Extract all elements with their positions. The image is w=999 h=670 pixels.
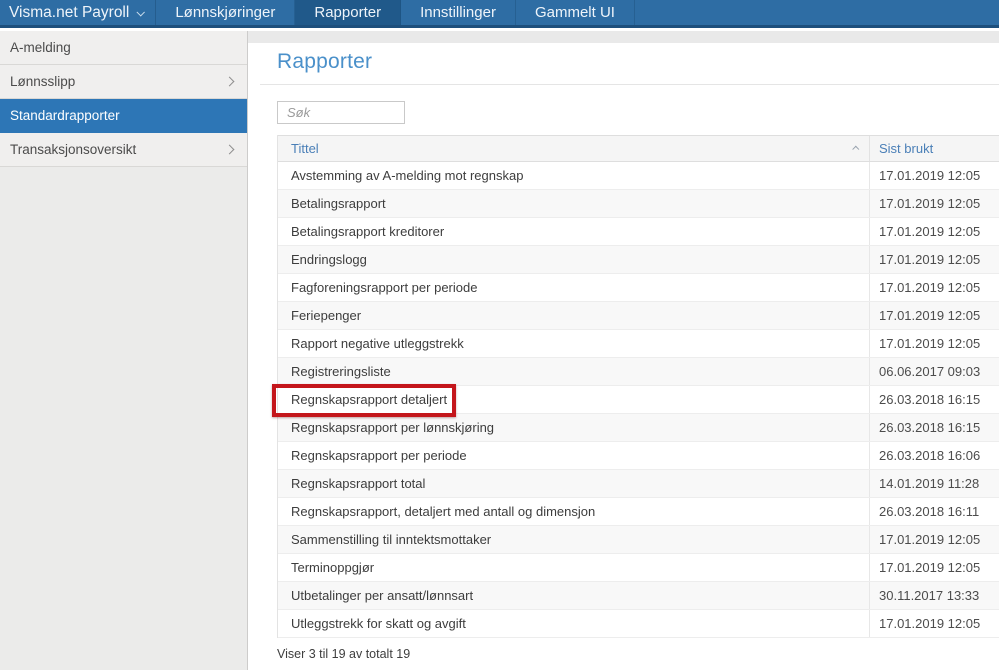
table-row[interactable]: Regnskapsrapport total 14.01.2019 11:28 xyxy=(278,470,999,498)
last-used-cell: 17.01.2019 12:05 xyxy=(869,330,999,357)
sidebar-item-transaksjonsoversikt[interactable]: Transaksjonsoversikt xyxy=(0,133,247,167)
sort-ascending-icon xyxy=(852,145,860,153)
table-row[interactable]: Sammenstilling til inntektsmottaker 17.01… xyxy=(278,526,999,554)
last-used-cell: 17.01.2019 12:05 xyxy=(869,246,999,273)
nav-tab-label: Innstillinger xyxy=(420,4,496,21)
report-title-cell[interactable]: Rapport negative utleggstrekk xyxy=(278,330,869,357)
app-menu-trigger[interactable]: Visma.net Payroll xyxy=(0,0,157,25)
report-title-cell[interactable]: Fagforeningsrapport per periode xyxy=(278,274,869,301)
chevron-right-icon xyxy=(224,76,235,87)
sidebar: A-melding Lønnsslipp Standardrapporter Tran… xyxy=(0,31,248,670)
table-row[interactable]: Regnskapsrapport per periode 26.03.2018 1… xyxy=(278,442,999,470)
report-title-cell[interactable]: Betalingsrapport kreditorer xyxy=(278,218,869,245)
last-used-cell: 17.01.2019 12:05 xyxy=(869,190,999,217)
app-window: Visma.net Payroll Lønnskjøringer Rapporte… xyxy=(0,0,999,670)
nav-tab-rapporter[interactable]: Rapporter xyxy=(295,0,402,25)
report-title-cell[interactable]: Utleggstrekk for skatt og avgift xyxy=(278,610,869,637)
sidebar-item-label: Lønnsslipp xyxy=(10,74,76,89)
nav-tabs: Lønnskjøringer Rapporter Innstillinger Gamm… xyxy=(156,0,635,25)
reports-panel: Rapporter Tittel Sist brukt Avstemming a… xyxy=(260,43,999,661)
table-header-row: Tittel Sist brukt xyxy=(278,135,999,162)
nav-tab-gammelt-ui[interactable]: Gammelt UI xyxy=(516,0,635,25)
last-used-cell: 17.01.2019 12:05 xyxy=(869,554,999,581)
column-header-tittel[interactable]: Tittel xyxy=(278,136,869,161)
report-title-cell[interactable]: Regnskapsrapport, detaljert med antall o… xyxy=(278,498,869,525)
nav-tab-l-nnskj-ringer[interactable]: Lønnskjøringer xyxy=(156,0,296,25)
report-title-cell[interactable]: Endringslogg xyxy=(278,246,869,273)
table-row[interactable]: Avstemming av A-melding mot regnskap 17.0… xyxy=(278,162,999,190)
chevron-down-icon xyxy=(136,7,146,17)
sidebar-item-a-melding[interactable]: A-melding xyxy=(0,31,247,65)
sidebar-item-standardrapporter[interactable]: Standardrapporter xyxy=(0,99,247,133)
chevron-right-icon xyxy=(224,144,235,155)
table-row[interactable]: Betalingsrapport kreditorer 17.01.2019 12… xyxy=(278,218,999,246)
report-title-cell[interactable]: Regnskapsrapport detaljert xyxy=(278,386,869,413)
column-header-sist-brukt[interactable]: Sist brukt xyxy=(869,136,999,161)
report-title-cell[interactable]: Utbetalinger per ansatt/lønnsart xyxy=(278,582,869,609)
page-title: Rapporter xyxy=(277,50,373,73)
page-background-strip xyxy=(248,31,999,43)
last-used-cell: 17.01.2019 12:05 xyxy=(869,302,999,329)
search-input[interactable] xyxy=(277,101,405,124)
report-title-cell[interactable]: Feriepenger xyxy=(278,302,869,329)
sidebar-item-label: Standardrapporter xyxy=(10,108,120,123)
column-header-sist-brukt-label: Sist brukt xyxy=(879,141,934,156)
report-title-cell[interactable]: Regnskapsrapport per periode xyxy=(278,442,869,469)
table-row[interactable]: Endringslogg 17.01.2019 12:05 xyxy=(278,246,999,274)
brand-label: Visma.net Payroll xyxy=(9,3,130,21)
report-title-cell[interactable]: Betalingsrapport xyxy=(278,190,869,217)
table-row[interactable]: Regnskapsrapport per lønnskjøring 26.03.2… xyxy=(278,414,999,442)
report-title-cell[interactable]: Regnskapsrapport per lønnskjøring xyxy=(278,414,869,441)
main-content: Rapporter Tittel Sist brukt Avstemming a… xyxy=(248,31,999,670)
last-used-cell: 26.03.2018 16:15 xyxy=(869,386,999,413)
panel-body: Tittel Sist brukt Avstemming av A-meldin… xyxy=(260,85,999,661)
top-nav: Visma.net Payroll Lønnskjøringer Rapporte… xyxy=(0,0,999,28)
last-used-cell: 06.06.2017 09:03 xyxy=(869,358,999,385)
table-summary: Viser 3 til 19 av totalt 19 xyxy=(277,647,411,661)
last-used-cell: 30.11.2017 13:33 xyxy=(869,582,999,609)
last-used-cell: 17.01.2019 12:05 xyxy=(869,162,999,189)
sidebar-item-l-nnsslipp[interactable]: Lønnsslipp xyxy=(0,65,247,99)
table-row[interactable]: Regnskapsrapport, detaljert med antall o… xyxy=(278,498,999,526)
table-row[interactable]: Fagforeningsrapport per periode 17.01.201… xyxy=(278,274,999,302)
table-row[interactable]: Utleggstrekk for skatt og avgift 17.01.20… xyxy=(278,610,999,638)
table-body: Avstemming av A-melding mot regnskap 17.0… xyxy=(272,162,999,638)
sidebar-item-label: A-melding xyxy=(10,40,71,55)
report-title-cell[interactable]: Regnskapsrapport total xyxy=(278,470,869,497)
report-title-cell[interactable]: Sammenstilling til inntektsmottaker xyxy=(278,526,869,553)
last-used-cell: 17.01.2019 12:05 xyxy=(869,526,999,553)
table-row[interactable]: Registreringsliste 06.06.2017 09:03 xyxy=(278,358,999,386)
table-row[interactable]: Utbetalinger per ansatt/lønnsart 30.11.20… xyxy=(278,582,999,610)
report-title-cell[interactable]: Registreringsliste xyxy=(278,358,869,385)
table-row[interactable]: Betalingsrapport 17.01.2019 12:05 xyxy=(278,190,999,218)
last-used-cell: 17.01.2019 12:05 xyxy=(869,218,999,245)
last-used-cell: 26.03.2018 16:15 xyxy=(869,414,999,441)
column-header-tittel-label: Tittel xyxy=(291,141,319,156)
table-row[interactable]: Regnskapsrapport detaljert 26.03.2018 16:… xyxy=(272,384,999,417)
panel-header: Rapporter xyxy=(260,43,999,85)
last-used-cell: 14.01.2019 11:28 xyxy=(869,470,999,497)
nav-tab-label: Lønnskjøringer xyxy=(175,4,276,21)
table-row[interactable]: Terminoppgjør 17.01.2019 12:05 xyxy=(278,554,999,582)
reports-table: Tittel Sist brukt Avstemming av A-meldin… xyxy=(272,135,999,638)
nav-tab-label: Gammelt UI xyxy=(534,4,615,21)
last-used-cell: 26.03.2018 16:06 xyxy=(869,442,999,469)
last-used-cell: 17.01.2019 12:05 xyxy=(869,274,999,301)
last-used-cell: 17.01.2019 12:05 xyxy=(869,610,999,637)
last-used-cell: 26.03.2018 16:11 xyxy=(869,498,999,525)
nav-tab-label: Rapporter xyxy=(314,4,382,21)
nav-tab-innstillinger[interactable]: Innstillinger xyxy=(401,0,516,25)
report-title-cell[interactable]: Avstemming av A-melding mot regnskap xyxy=(278,162,869,189)
report-title-cell[interactable]: Terminoppgjør xyxy=(278,554,869,581)
sidebar-item-label: Transaksjonsoversikt xyxy=(10,142,137,157)
table-row[interactable]: Feriepenger 17.01.2019 12:05 xyxy=(278,302,999,330)
table-row[interactable]: Rapport negative utleggstrekk 17.01.2019 … xyxy=(278,330,999,358)
